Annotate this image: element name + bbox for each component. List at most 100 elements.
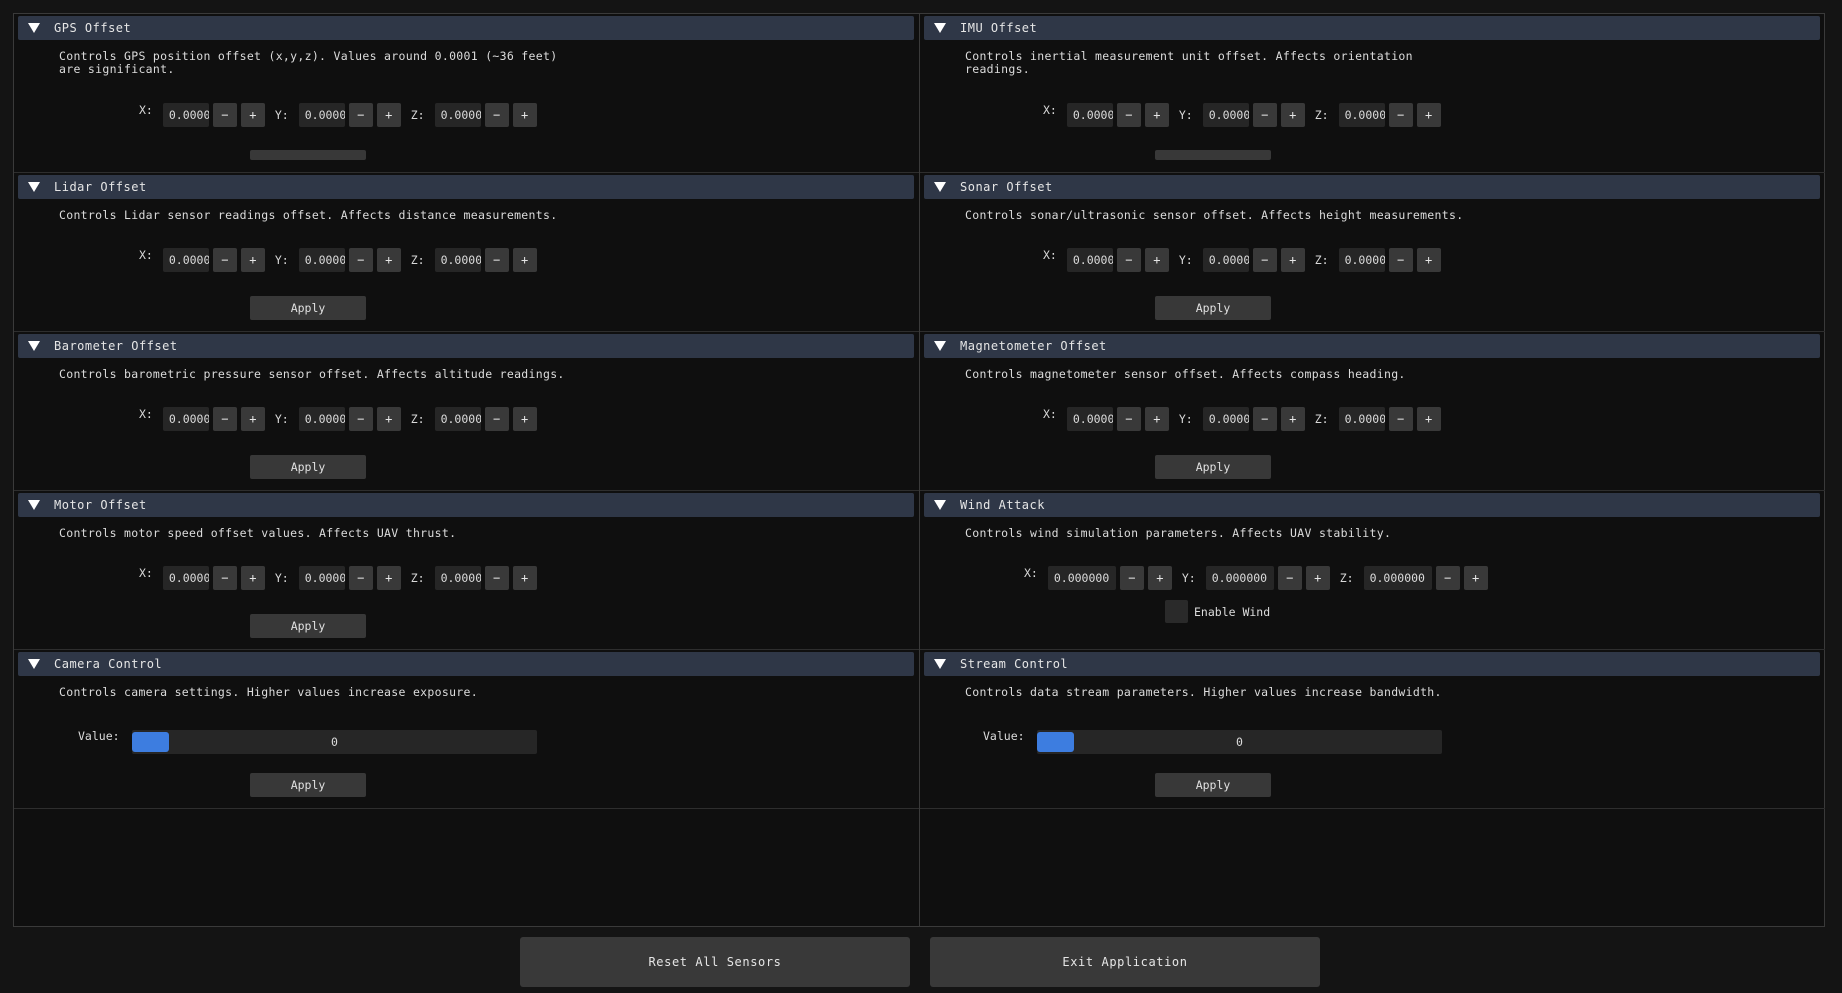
- x-decrement-button[interactable]: −: [212, 248, 237, 272]
- z-input[interactable]: 0.0000: [434, 566, 481, 590]
- wind-attack-header[interactable]: Wind Attack: [924, 493, 1820, 517]
- camera-control-header[interactable]: Camera Control: [18, 652, 914, 676]
- y-increment-button[interactable]: +: [1305, 566, 1330, 590]
- z-decrement-button[interactable]: −: [484, 103, 509, 127]
- z-input[interactable]: 0.0000: [1338, 248, 1385, 272]
- apply-button[interactable]: Apply: [250, 773, 366, 797]
- x-input[interactable]: 0.0000: [1066, 248, 1113, 272]
- exit-application-button[interactable]: Exit Application: [930, 937, 1320, 987]
- apply-button[interactable]: Apply: [1155, 773, 1271, 797]
- x-decrement-button[interactable]: −: [212, 566, 237, 590]
- x-input[interactable]: 0.0000: [162, 248, 209, 272]
- y-decrement-button[interactable]: −: [348, 407, 373, 431]
- x-increment-button[interactable]: +: [240, 248, 265, 272]
- imu-offset-header[interactable]: IMU Offset: [924, 16, 1820, 40]
- x-increment-button[interactable]: +: [240, 566, 265, 590]
- z-decrement-button[interactable]: −: [484, 566, 509, 590]
- apply-button[interactable]: Apply: [1155, 296, 1271, 320]
- y-decrement-button[interactable]: −: [348, 103, 373, 127]
- y-decrement-button[interactable]: −: [1252, 407, 1277, 431]
- x-increment-button[interactable]: +: [240, 407, 265, 431]
- y-increment-button[interactable]: +: [1280, 248, 1305, 272]
- section-title: Wind Attack: [960, 498, 1045, 512]
- y-increment-button[interactable]: +: [376, 566, 401, 590]
- y-input[interactable]: 0.0000: [1202, 103, 1249, 127]
- lidar-offset-header[interactable]: Lidar Offset: [18, 175, 914, 199]
- z-increment-button[interactable]: +: [512, 103, 537, 127]
- x-input[interactable]: 0.0000: [1066, 407, 1113, 431]
- y-decrement-button[interactable]: −: [1277, 566, 1302, 590]
- z-decrement-button[interactable]: −: [1435, 566, 1460, 590]
- x-increment-button[interactable]: +: [1144, 103, 1169, 127]
- y-decrement-button[interactable]: −: [348, 248, 373, 272]
- z-increment-button[interactable]: +: [512, 248, 537, 272]
- z-increment-button[interactable]: +: [512, 566, 537, 590]
- camera-value-slider[interactable]: 0: [132, 730, 537, 754]
- y-decrement-button[interactable]: −: [348, 566, 373, 590]
- y-decrement-button[interactable]: −: [1252, 103, 1277, 127]
- x-input[interactable]: 0.0000: [162, 566, 209, 590]
- x-decrement-button[interactable]: −: [212, 103, 237, 127]
- z-input[interactable]: 0.0000: [1338, 103, 1385, 127]
- x-input[interactable]: 0.0000: [162, 407, 209, 431]
- z-input[interactable]: 0.000000: [1363, 566, 1432, 590]
- y-input[interactable]: 0.0000: [298, 248, 345, 272]
- y-input[interactable]: 0.0000: [298, 407, 345, 431]
- z-increment-button[interactable]: +: [512, 407, 537, 431]
- z-increment-button[interactable]: +: [1416, 103, 1441, 127]
- y-increment-button[interactable]: +: [376, 248, 401, 272]
- y-decrement-button[interactable]: −: [1252, 248, 1277, 272]
- z-increment-button[interactable]: +: [1416, 407, 1441, 431]
- apply-button[interactable]: Apply: [250, 455, 366, 479]
- x-increment-button[interactable]: +: [1147, 566, 1172, 590]
- apply-button[interactable]: [1155, 150, 1271, 160]
- barometer-offset-header[interactable]: Barometer Offset: [18, 334, 914, 358]
- x-input[interactable]: 0.000000: [1047, 566, 1116, 590]
- z-input[interactable]: 0.0000: [434, 103, 481, 127]
- x-increment-button[interactable]: +: [1144, 407, 1169, 431]
- z-decrement-button[interactable]: −: [1388, 248, 1413, 272]
- sonar-offset-header[interactable]: Sonar Offset: [924, 175, 1820, 199]
- apply-button[interactable]: [250, 150, 366, 160]
- magnetometer-offset-header[interactable]: Magnetometer Offset: [924, 334, 1820, 358]
- z-decrement-button[interactable]: −: [484, 407, 509, 431]
- x-decrement-button[interactable]: −: [1119, 566, 1144, 590]
- y-input[interactable]: 0.0000: [1202, 248, 1249, 272]
- y-increment-button[interactable]: +: [1280, 407, 1305, 431]
- x-increment-button[interactable]: +: [1144, 248, 1169, 272]
- x-input[interactable]: 0.0000: [162, 103, 209, 127]
- z-input[interactable]: 0.0000: [1338, 407, 1385, 431]
- gps-offset-header[interactable]: GPS Offset: [18, 16, 914, 40]
- motor-offset-header[interactable]: Motor Offset: [18, 493, 914, 517]
- xyz-row: X: 0.0000 − + Y: 0.0000 − + Z: 0.0000 − …: [139, 248, 537, 274]
- enable-wind-row: Enable Wind: [1165, 600, 1270, 623]
- z-input[interactable]: 0.0000: [434, 248, 481, 272]
- y-input[interactable]: 0.0000: [298, 566, 345, 590]
- z-decrement-button[interactable]: −: [1388, 103, 1413, 127]
- z-input[interactable]: 0.0000: [434, 407, 481, 431]
- y-increment-button[interactable]: +: [376, 103, 401, 127]
- apply-button[interactable]: Apply: [250, 614, 366, 638]
- y-input[interactable]: 0.0000: [1202, 407, 1249, 431]
- y-increment-button[interactable]: +: [1280, 103, 1305, 127]
- apply-button[interactable]: Apply: [250, 296, 366, 320]
- z-increment-button[interactable]: +: [1416, 248, 1441, 272]
- z-decrement-button[interactable]: −: [1388, 407, 1413, 431]
- y-input[interactable]: 0.000000: [1205, 566, 1274, 590]
- x-input[interactable]: 0.0000: [1066, 103, 1113, 127]
- x-decrement-button[interactable]: −: [1116, 407, 1141, 431]
- y-input[interactable]: 0.0000: [298, 103, 345, 127]
- y-increment-button[interactable]: +: [376, 407, 401, 431]
- x-increment-button[interactable]: +: [240, 103, 265, 127]
- x-decrement-button[interactable]: −: [212, 407, 237, 431]
- x-decrement-button[interactable]: −: [1116, 103, 1141, 127]
- x-decrement-button[interactable]: −: [1116, 248, 1141, 272]
- enable-wind-checkbox[interactable]: [1165, 600, 1188, 623]
- stream-value-slider[interactable]: 0: [1037, 730, 1442, 754]
- reset-all-sensors-button[interactable]: Reset All Sensors: [520, 937, 910, 987]
- z-increment-button[interactable]: +: [1463, 566, 1488, 590]
- stream-control-header[interactable]: Stream Control: [924, 652, 1820, 676]
- section-description: Controls GPS position offset (x,y,z). Va…: [59, 49, 558, 76]
- z-decrement-button[interactable]: −: [484, 248, 509, 272]
- apply-button[interactable]: Apply: [1155, 455, 1271, 479]
